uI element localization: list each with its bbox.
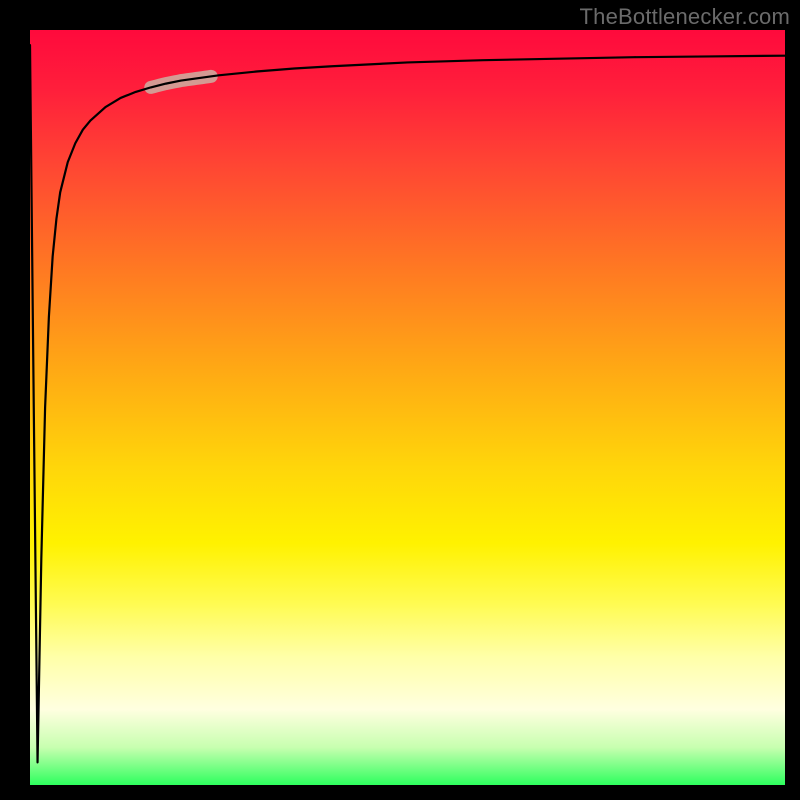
bottleneck-curve — [30, 45, 785, 762]
watermark-text: TheBottlenecker.com — [580, 4, 790, 30]
chart-frame: TheBottlenecker.com — [0, 0, 800, 800]
chart-svg — [30, 30, 785, 785]
curve-group — [30, 45, 785, 762]
plot-background — [30, 30, 785, 785]
